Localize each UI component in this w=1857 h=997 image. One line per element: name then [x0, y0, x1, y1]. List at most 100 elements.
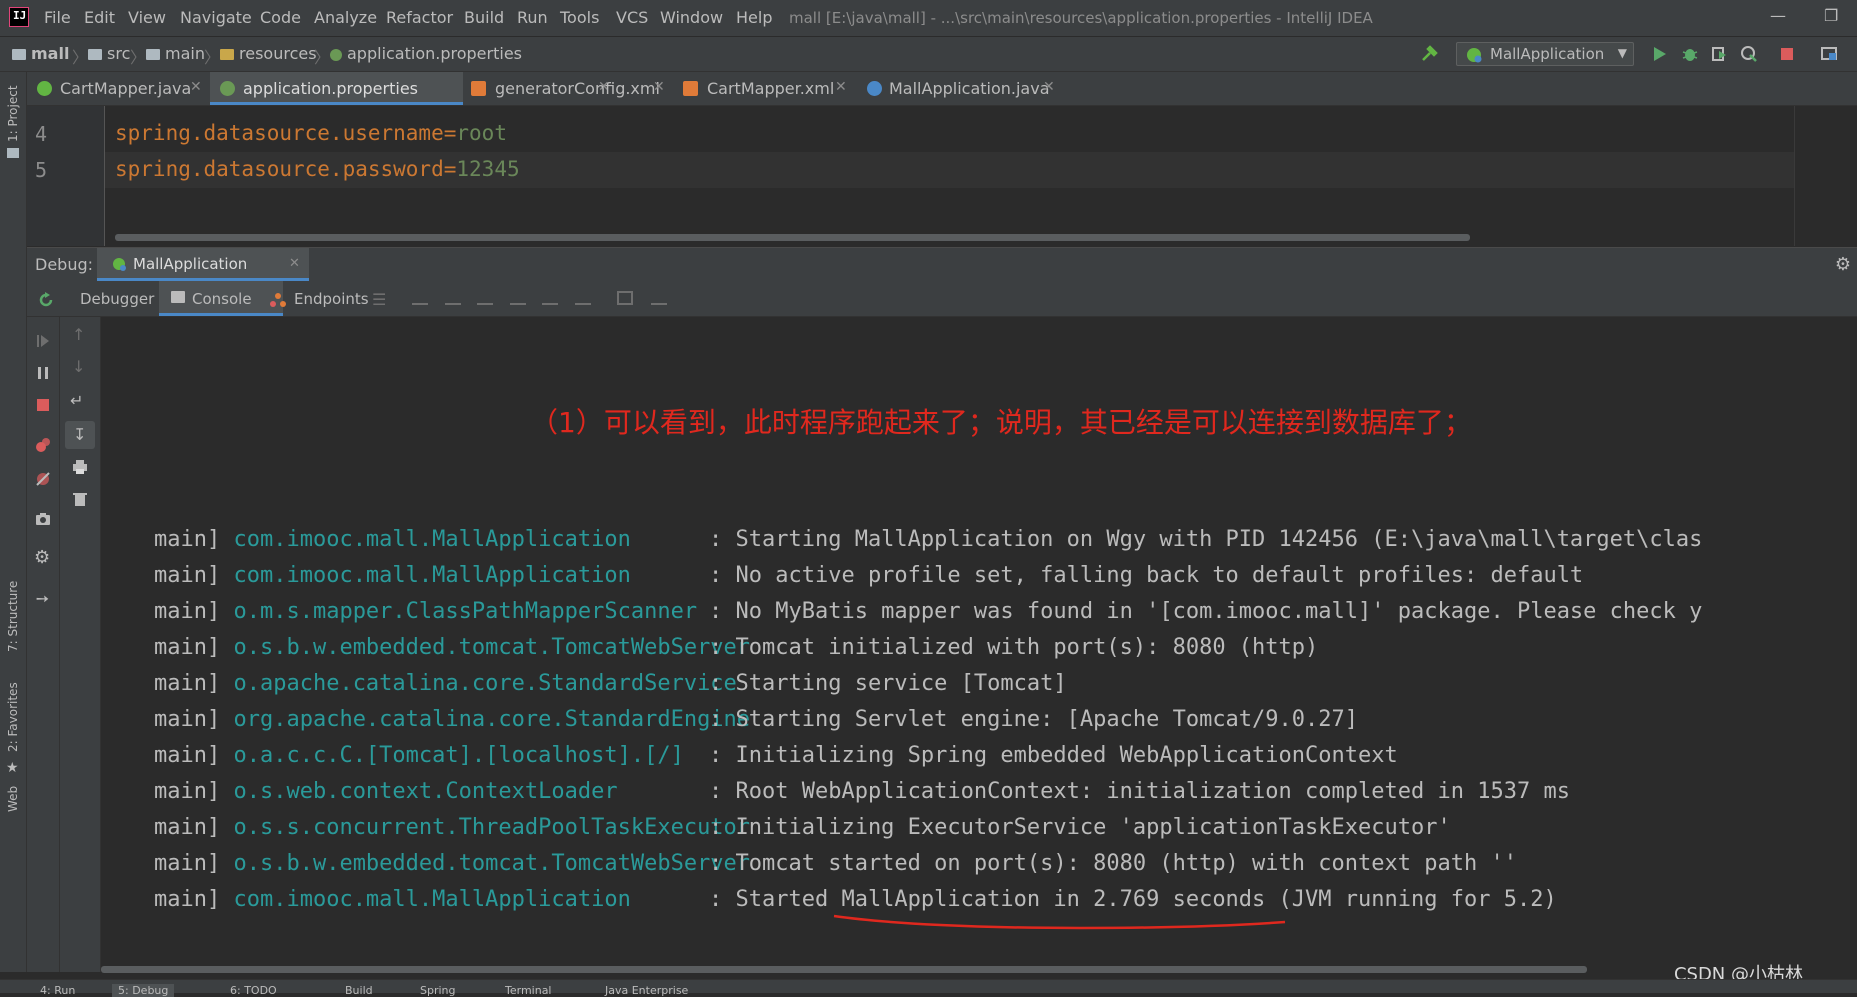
breadcrumb-file[interactable]: application.properties — [330, 44, 522, 63]
print-icon[interactable] — [72, 459, 88, 475]
menu-analyze[interactable]: Analyze — [314, 8, 377, 27]
tool-java-enterprise[interactable]: Java Enterprise — [605, 984, 688, 997]
menu-help[interactable]: Help — [736, 8, 772, 27]
tool-todo[interactable]: 6: TODO — [230, 984, 277, 997]
code-line[interactable]: spring.datasource.password=12345 — [115, 157, 520, 181]
menu-file[interactable]: File — [44, 8, 71, 27]
folder-icon — [12, 49, 26, 60]
editor-gutter: 4 5 — [27, 106, 105, 246]
stop-icon[interactable] — [1778, 45, 1796, 63]
java-interface-icon — [37, 81, 52, 96]
tab-cartmapper-java[interactable]: CartMapper.java ✕ — [27, 72, 205, 105]
camera-icon[interactable] — [35, 511, 51, 527]
debug-bug-icon[interactable] — [1681, 45, 1699, 63]
close-icon[interactable]: ✕ — [289, 256, 300, 271]
menu-code[interactable]: Code — [260, 8, 301, 27]
tab-mallapplication-java[interactable]: MallApplication.java ✕ — [861, 72, 1061, 105]
view-breakpoints-icon[interactable] — [35, 437, 51, 453]
breadcrumb-separator: 〉 — [72, 48, 89, 67]
profile-icon[interactable] — [1740, 45, 1758, 63]
menu-build[interactable]: Build — [464, 8, 504, 27]
project-structure-icon[interactable] — [1820, 45, 1838, 63]
rerun-icon[interactable] — [37, 291, 55, 309]
pause-icon[interactable] — [35, 365, 51, 381]
web-tool-button[interactable]: Web — [6, 786, 20, 812]
clear-all-trash-icon[interactable] — [72, 491, 88, 507]
minimize-icon[interactable]: — — [1770, 6, 1786, 25]
editor-horizontal-scrollbar[interactable] — [115, 234, 1470, 241]
soft-wrap-icon[interactable]: ↵ — [70, 391, 83, 410]
menu-vcs[interactable]: VCS — [616, 8, 648, 27]
spring-boot-icon — [113, 258, 126, 271]
tab-label: CartMapper.xml — [707, 79, 835, 98]
debug-tool-window-header: Debug: MallApplication ✕ ⚙ — [27, 247, 1857, 282]
console-output[interactable]: （1）可以看到，此时程序跑起来了；说明，其已经是可以连接到数据库了； main]… — [101, 317, 1857, 972]
tab-console-label: Console — [192, 290, 252, 308]
xml-file-icon — [683, 81, 698, 96]
intellij-logo-icon[interactable]: IJ — [9, 7, 29, 27]
menu-lines-icon[interactable]: ☰ — [372, 290, 386, 309]
close-icon[interactable]: ✕ — [653, 79, 665, 95]
stop-icon[interactable] — [35, 397, 51, 413]
menu-run[interactable]: Run — [517, 8, 548, 27]
restore-icon[interactable]: ❐ — [1824, 6, 1838, 25]
close-icon[interactable]: ✕ — [1043, 79, 1055, 95]
debug-label: Debug: — [35, 255, 94, 274]
breadcrumb-main[interactable]: main — [146, 44, 205, 63]
breadcrumb-src[interactable]: src — [88, 44, 130, 63]
arrow-up-icon[interactable]: ↑ — [72, 325, 85, 344]
run-icon[interactable] — [1650, 45, 1668, 63]
properties-file-icon — [220, 81, 235, 96]
breadcrumb-separator: 〉 — [130, 48, 147, 67]
build-hammer-icon[interactable] — [1420, 45, 1438, 63]
breadcrumb-mall[interactable]: mall — [12, 44, 69, 63]
run-configuration-select[interactable]: MallApplication ▼ — [1456, 42, 1634, 66]
scroll-to-end-toggle[interactable]: ↧ — [65, 421, 95, 449]
log-line: main] o.s.b.w.embedded.tomcat.TomcatWebS… — [154, 851, 1517, 876]
breadcrumb-resources[interactable]: resources — [220, 44, 317, 63]
pin-icon[interactable]: ➚ — [31, 587, 54, 610]
menu-navigate[interactable]: Navigate — [180, 8, 252, 27]
tool-run[interactable]: 4: Run — [40, 984, 75, 997]
settings-gear-icon[interactable]: ⚙ — [34, 547, 50, 568]
resume-icon[interactable] — [35, 333, 51, 349]
console-horizontal-scrollbar[interactable] — [101, 966, 1587, 973]
structure-tool-button[interactable]: 7: Structure — [6, 581, 20, 652]
tool-build[interactable]: Build — [345, 984, 373, 997]
favorites-tool-button[interactable]: 2: Favorites — [6, 682, 20, 752]
code-line[interactable]: spring.datasource.username=root — [115, 121, 507, 145]
menu-refactor[interactable]: Refactor — [386, 8, 453, 27]
close-icon[interactable]: ✕ — [190, 79, 202, 95]
debug-session-tab[interactable]: MallApplication ✕ — [97, 248, 309, 281]
project-tool-button[interactable]: 1: Project — [6, 85, 20, 142]
menu-window[interactable]: Window — [660, 8, 723, 27]
right-margin-guide — [1794, 106, 1795, 246]
coverage-icon[interactable] — [1710, 45, 1728, 63]
log-line: main] o.s.b.w.embedded.tomcat.TomcatWebS… — [154, 635, 1319, 660]
breadcrumb-separator: 〉 — [204, 48, 221, 67]
tool-terminal[interactable]: Terminal — [505, 984, 552, 997]
property-separator: = — [443, 121, 457, 145]
tool-spring[interactable]: Spring — [420, 984, 456, 997]
tab-generatorconfig-xml[interactable]: generatorConfig.xml ✕ — [467, 72, 667, 105]
tool-window-bar: 4: Run 5: Debug 6: TODO Build Spring Ter… — [0, 979, 1857, 997]
menu-tools[interactable]: Tools — [560, 8, 599, 27]
tab-console[interactable]: Console — [159, 281, 283, 316]
gear-icon[interactable]: ⚙ — [1835, 254, 1851, 275]
xml-file-icon — [471, 81, 486, 96]
arrow-down-icon[interactable]: ↓ — [72, 357, 85, 376]
tab-cartmapper-xml[interactable]: CartMapper.xml ✕ — [677, 72, 852, 105]
debug-actions-column: ⚙ ➚ — [27, 317, 60, 972]
evaluate-expression-icon — [617, 291, 633, 305]
debug-session-label: MallApplication — [133, 255, 248, 273]
endpoints-icon — [270, 293, 286, 307]
menu-edit[interactable]: Edit — [84, 8, 115, 27]
close-icon[interactable]: ✕ — [835, 79, 847, 95]
mute-breakpoints-icon[interactable] — [35, 471, 51, 487]
tab-label: CartMapper.java — [60, 79, 192, 98]
tool-debug[interactable]: 5: Debug — [112, 984, 175, 997]
tab-endpoints[interactable]: Endpoints — [294, 290, 369, 308]
tab-debugger[interactable]: Debugger — [80, 290, 154, 308]
tab-application-properties[interactable]: application.properties ✕ — [210, 72, 610, 105]
menu-view[interactable]: View — [128, 8, 166, 27]
